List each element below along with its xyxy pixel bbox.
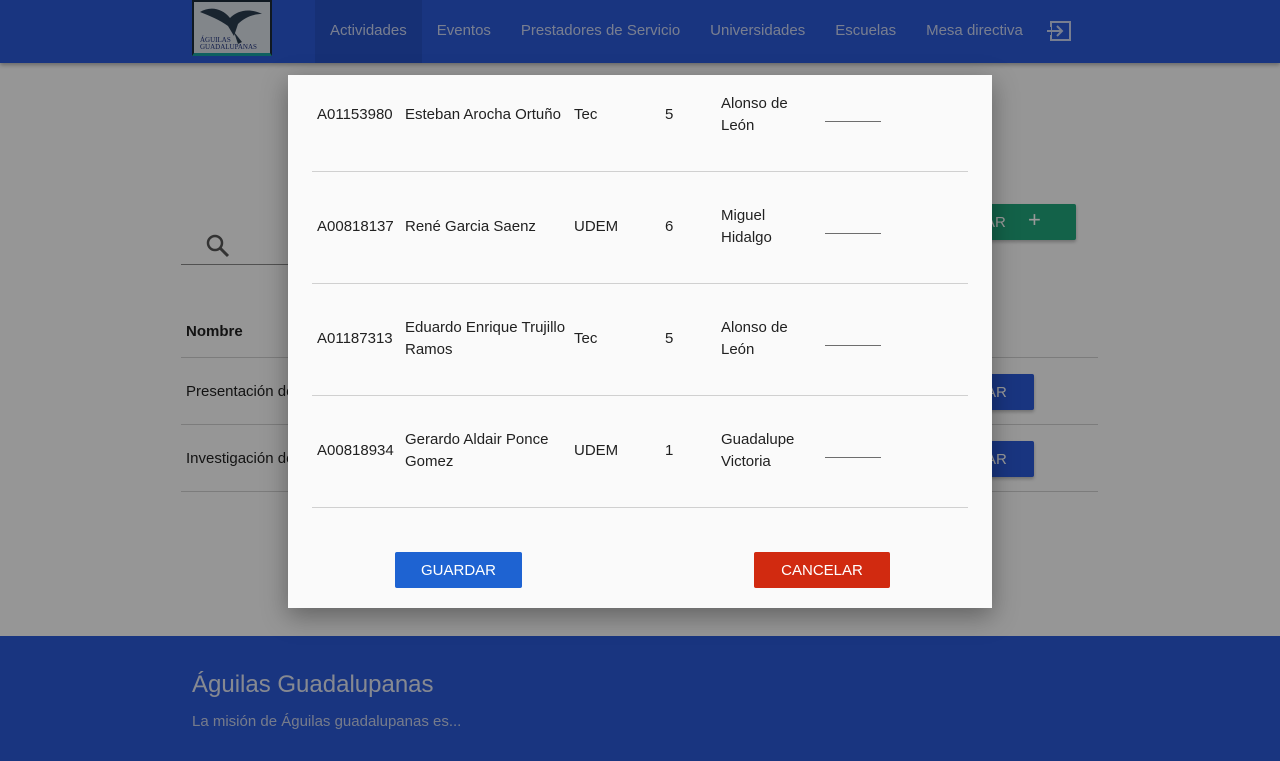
student-id: A01187313	[317, 330, 393, 347]
student-name: Eduardo Enrique Trujillo Ramos	[405, 319, 566, 358]
cancel-button[interactable]: CANCELAR	[754, 552, 890, 588]
student-id: A00818934	[317, 442, 394, 459]
hours-input[interactable]	[825, 333, 881, 346]
attendance-modal: A01153980 Esteban Arocha Ortuño Tec 5 Al…	[288, 75, 992, 608]
hours-input[interactable]	[825, 445, 881, 458]
student-name: Esteban Arocha Ortuño	[405, 106, 561, 123]
hours-input[interactable]	[825, 221, 881, 234]
student-university: Tec	[574, 330, 598, 347]
student-location: Guadalupe Victoria	[721, 431, 795, 470]
student-number: 6	[665, 218, 674, 235]
student-id: A01153980	[317, 106, 393, 123]
student-id: A00818137	[317, 218, 394, 235]
student-name: Gerardo Aldair Ponce Gomez	[405, 431, 549, 470]
student-name: René Garcia Saenz	[405, 218, 536, 235]
modal-row: A01187313 Eduardo Enrique Trujillo Ramos…	[312, 283, 968, 396]
student-location: Alonso de León	[721, 319, 788, 358]
modal-row: A00818137 René Garcia Saenz UDEM 6 Migue…	[312, 171, 968, 284]
student-university: UDEM	[574, 218, 619, 235]
save-button[interactable]: GUARDAR	[395, 552, 522, 588]
student-university: UDEM	[574, 442, 619, 459]
student-university: Tec	[574, 106, 598, 123]
student-number: 5	[665, 106, 674, 123]
modal-row: A00818934 Gerardo Aldair Ponce Gomez UDE…	[312, 395, 968, 508]
student-location: Miguel Hidalgo	[721, 207, 772, 246]
student-number: 1	[665, 442, 674, 459]
student-location: Alonso de León	[721, 95, 788, 134]
student-number: 5	[665, 330, 674, 347]
modal-row: A01153980 Esteban Arocha Ortuño Tec 5 Al…	[312, 59, 968, 172]
hours-input[interactable]	[825, 109, 881, 122]
